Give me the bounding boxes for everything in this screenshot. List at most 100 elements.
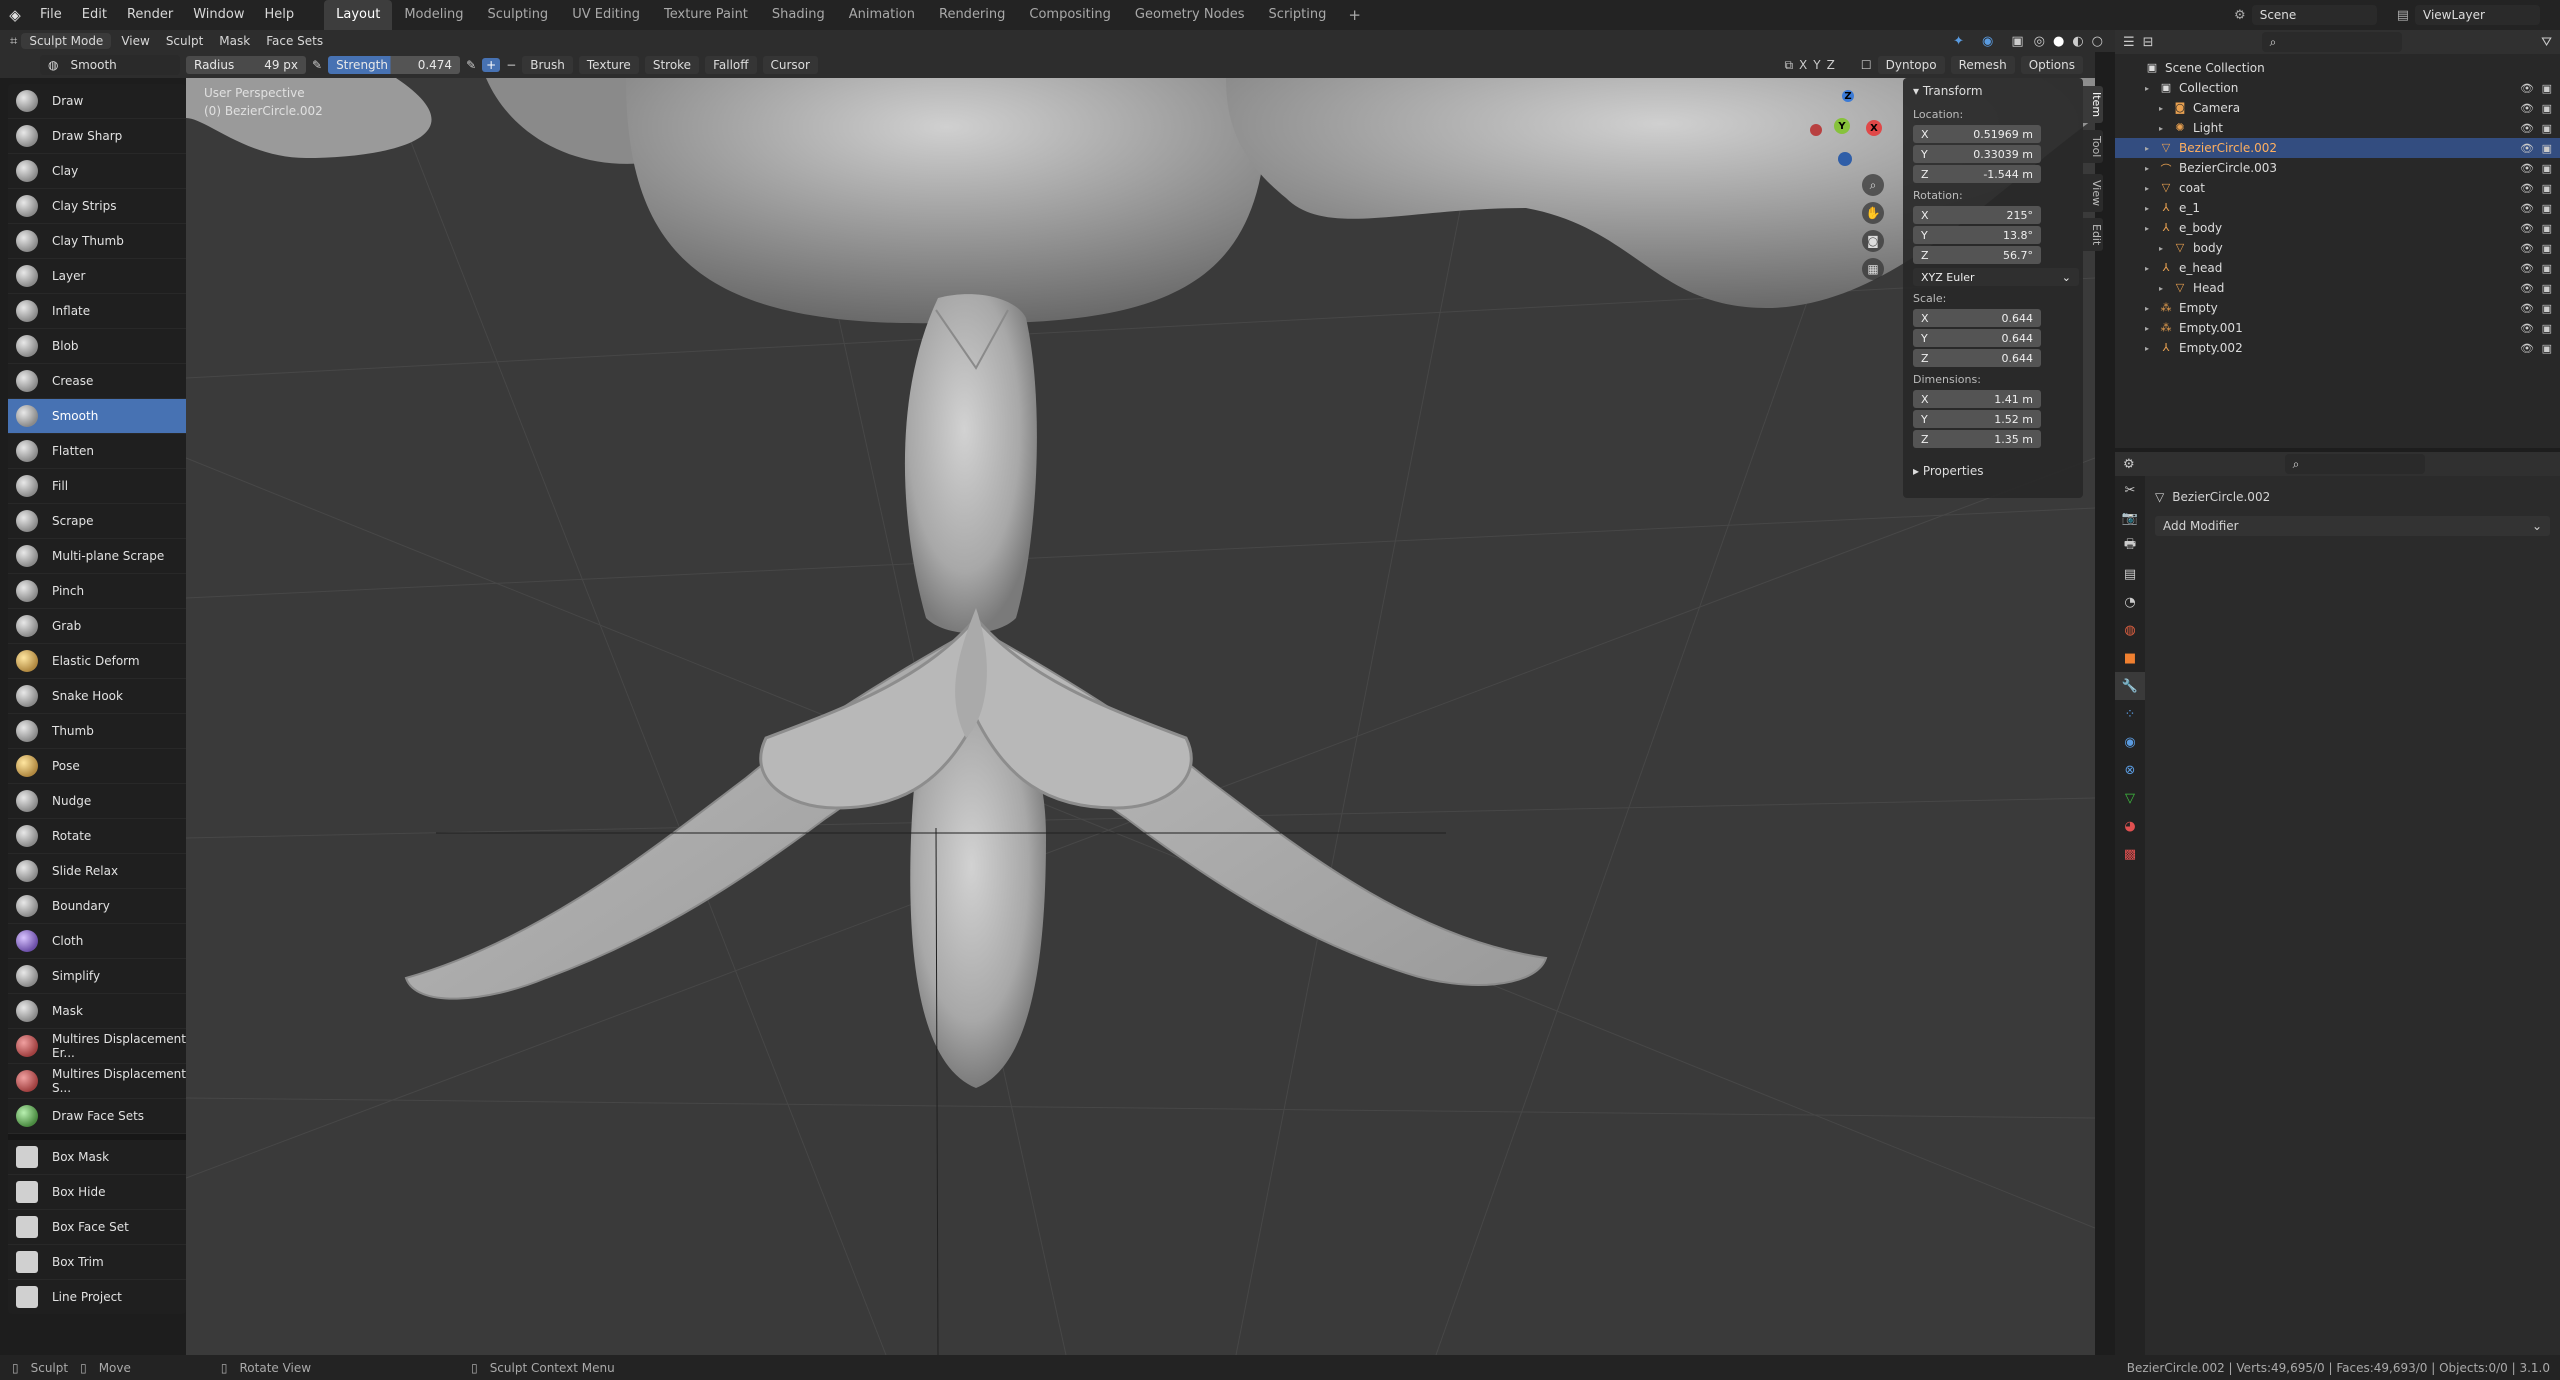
visibility-eye-icon[interactable]: 👁: [2520, 142, 2534, 155]
texture-tab-icon[interactable]: ▩: [2115, 840, 2145, 868]
render-camera-icon[interactable]: ▣: [2542, 102, 2552, 115]
tab-sculpting[interactable]: Sculpting: [475, 0, 560, 30]
options-menu[interactable]: Options: [2020, 56, 2083, 74]
expand-arrow-icon[interactable]: ▸: [2141, 304, 2153, 313]
render-camera-icon[interactable]: ▣: [2542, 322, 2552, 335]
tool-snake-hook[interactable]: Snake Hook: [8, 679, 186, 714]
tab-view[interactable]: View: [2083, 174, 2103, 213]
3d-viewport[interactable]: User Perspective (0) BezierCircle.002 Z …: [186, 78, 2095, 1355]
render-camera-icon[interactable]: ▣: [2542, 162, 2552, 175]
location-y-field[interactable]: Y 0.33039 m: [1913, 145, 2041, 163]
shading-rendered-icon[interactable]: ○: [2092, 34, 2103, 49]
menu-window[interactable]: Window: [183, 0, 254, 30]
tool-nudge[interactable]: Nudge: [8, 784, 186, 819]
dimensions-z-field[interactable]: Z 1.35 m: [1913, 430, 2041, 448]
tab-uv-editing[interactable]: UV Editing: [560, 0, 652, 30]
rotation-y-field[interactable]: Y 13.8°: [1913, 226, 2041, 244]
tool-box-face-set[interactable]: Box Face Set: [8, 1210, 186, 1245]
outliner-search-input[interactable]: ⌕: [2261, 32, 2402, 52]
tool-blob[interactable]: Blob: [8, 329, 186, 364]
expand-arrow-icon[interactable]: ▸: [2141, 324, 2153, 333]
blender-logo-icon[interactable]: ◈: [0, 0, 30, 30]
zoom-icon[interactable]: ⌕: [1862, 174, 1884, 196]
tool-layer[interactable]: Layer: [8, 259, 186, 294]
render-camera-icon[interactable]: ▣: [2542, 302, 2552, 315]
properties-header[interactable]: ▸ Properties: [1903, 458, 2083, 484]
editor-type-icon[interactable]: ⌗: [10, 34, 17, 49]
tool-simplify[interactable]: Simplify: [8, 959, 186, 994]
visibility-eye-icon[interactable]: 👁: [2520, 262, 2534, 275]
tool-line-project[interactable]: Line Project: [8, 1280, 186, 1314]
menu-sculpt[interactable]: Sculpt: [160, 34, 209, 48]
location-z-field[interactable]: Z -1.544 m: [1913, 165, 2041, 183]
overlay-toggle-icon[interactable]: ◉: [1982, 34, 1993, 49]
visibility-eye-icon[interactable]: 👁: [2520, 342, 2534, 355]
stroke-menu[interactable]: Stroke: [644, 56, 700, 74]
outliner-row[interactable]: ▸ ⁂ Empty.001 👁 ▣: [2115, 318, 2560, 338]
gizmo-toggle-icon[interactable]: ✦: [1953, 34, 1964, 49]
viewlayer-selector[interactable]: ViewLayer: [2415, 5, 2540, 25]
viewlayer-icon[interactable]: ▤: [2397, 8, 2409, 23]
shading-wireframe-icon[interactable]: ◎: [2034, 34, 2045, 49]
outliner-row[interactable]: ▸ ◙ Camera 👁 ▣: [2115, 98, 2560, 118]
add-modifier-button[interactable]: Add Modifier ⌄: [2155, 516, 2550, 536]
tool-draw-sharp[interactable]: Draw Sharp: [8, 119, 186, 154]
outliner-row[interactable]: ▣ Scene Collection: [2115, 58, 2560, 78]
render-camera-icon[interactable]: ▣: [2542, 82, 2552, 95]
modifier-tab-icon[interactable]: 🔧: [2115, 672, 2145, 700]
scene-selector[interactable]: Scene: [2251, 5, 2377, 25]
tool-pinch[interactable]: Pinch: [8, 574, 186, 609]
tool-smooth[interactable]: Smooth: [8, 399, 186, 434]
tool-slide-relax[interactable]: Slide Relax: [8, 854, 186, 889]
expand-arrow-icon[interactable]: ▸: [2155, 124, 2167, 133]
render-camera-icon[interactable]: ▣: [2542, 342, 2552, 355]
scale-x-field[interactable]: X 0.644: [1913, 309, 2041, 327]
visibility-eye-icon[interactable]: 👁: [2520, 102, 2534, 115]
render-camera-icon[interactable]: ▣: [2542, 282, 2552, 295]
dyntopo-menu[interactable]: Dyntopo: [1877, 56, 1945, 74]
xray-icon[interactable]: ▣: [2011, 34, 2023, 49]
tool-scrape[interactable]: Scrape: [8, 504, 186, 539]
render-camera-icon[interactable]: ▣: [2542, 142, 2552, 155]
symmetry-icon[interactable]: ⧉: [1784, 58, 1793, 73]
remesh-menu[interactable]: Remesh: [1950, 56, 2015, 74]
outliner-row[interactable]: ▸ ▽ coat 👁 ▣: [2115, 178, 2560, 198]
tool-crease[interactable]: Crease: [8, 364, 186, 399]
pan-hand-icon[interactable]: ✋: [1862, 202, 1884, 224]
expand-arrow-icon[interactable]: ▸: [2141, 84, 2153, 93]
dimensions-y-field[interactable]: Y 1.52 m: [1913, 410, 2041, 428]
cursor-menu[interactable]: Cursor: [762, 56, 818, 74]
tab-compositing[interactable]: Compositing: [1017, 0, 1123, 30]
subtract-direction-icon[interactable]: −: [506, 58, 516, 72]
scene-tab-icon[interactable]: ◔: [2115, 588, 2145, 616]
tool-flatten[interactable]: Flatten: [8, 434, 186, 469]
physics-tab-icon[interactable]: ◉: [2115, 728, 2145, 756]
tool-grab[interactable]: Grab: [8, 609, 186, 644]
visibility-eye-icon[interactable]: 👁: [2520, 222, 2534, 235]
strength-slider[interactable]: Strength 0.474: [328, 56, 461, 74]
render-tab-icon[interactable]: 📷: [2115, 504, 2145, 532]
menu-mask[interactable]: Mask: [213, 34, 256, 48]
outliner-row[interactable]: ▸ ▽ body 👁 ▣: [2115, 238, 2560, 258]
tool-boundary[interactable]: Boundary: [8, 889, 186, 924]
outliner-row[interactable]: ▸ ▣ Collection 👁 ▣: [2115, 78, 2560, 98]
visibility-eye-icon[interactable]: 👁: [2520, 322, 2534, 335]
tab-texture-paint[interactable]: Texture Paint: [652, 0, 760, 30]
render-camera-icon[interactable]: ▣: [2542, 222, 2552, 235]
world-tab-icon[interactable]: ◍: [2115, 616, 2145, 644]
outliner-row[interactable]: ▸ ▽ Head 👁 ▣: [2115, 278, 2560, 298]
tool-elastic-deform[interactable]: Elastic Deform: [8, 644, 186, 679]
menu-face-sets[interactable]: Face Sets: [260, 34, 329, 48]
expand-arrow-icon[interactable]: ▸: [2141, 144, 2153, 153]
expand-arrow-icon[interactable]: ▸: [2141, 204, 2153, 213]
view-layer-tab-icon[interactable]: ▤: [2115, 560, 2145, 588]
tool-multi-plane-scrape[interactable]: Multi-plane Scrape: [8, 539, 186, 574]
tab-modeling[interactable]: Modeling: [392, 0, 475, 30]
tab-layout[interactable]: Layout: [324, 0, 393, 30]
render-camera-icon[interactable]: ▣: [2542, 122, 2552, 135]
properties-search-input[interactable]: ⌕: [2284, 454, 2425, 474]
gizmo-x-axis[interactable]: X: [1866, 120, 1882, 136]
shading-solid-icon[interactable]: ●: [2053, 34, 2064, 49]
expand-arrow-icon[interactable]: ▸: [2141, 184, 2153, 193]
tab-item[interactable]: Item: [2083, 86, 2103, 124]
